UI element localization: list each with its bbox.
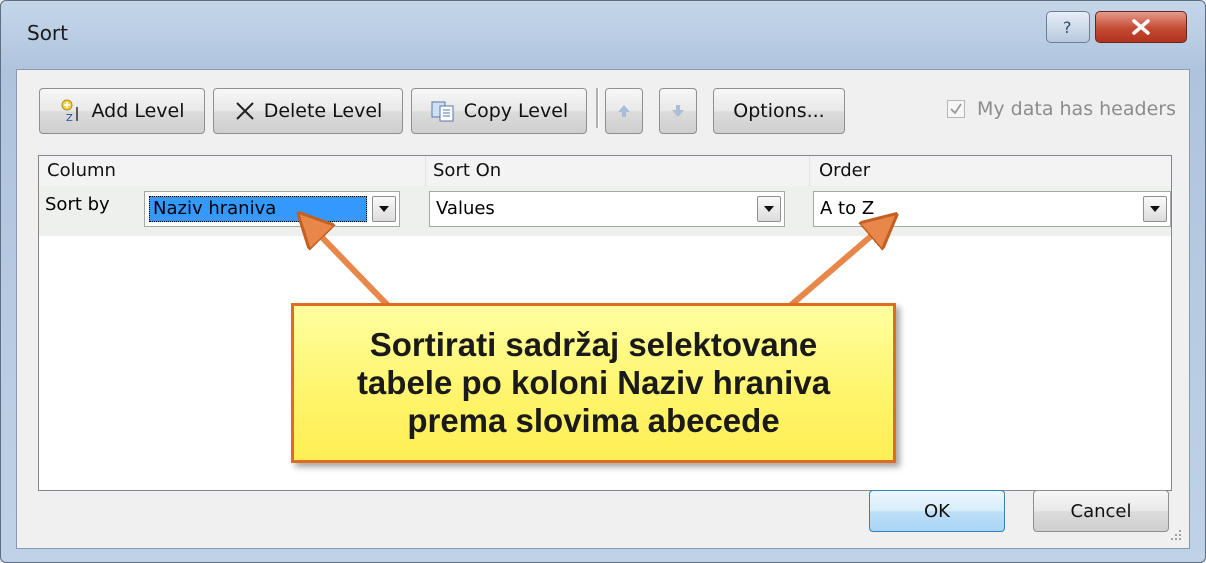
headers-checkbox-label: My data has headers [977, 98, 1176, 120]
move-down-button[interactable] [659, 88, 697, 134]
resize-grip-icon[interactable] [1169, 528, 1183, 542]
check-icon [950, 103, 962, 115]
order-header: Order [819, 160, 871, 181]
header-divider [809, 156, 810, 186]
column-select-value: Naziv hraniva [149, 196, 367, 222]
options-button[interactable]: Options... [713, 88, 845, 134]
arrow-up-icon [618, 105, 630, 117]
column-select[interactable]: Naziv hraniva [144, 191, 400, 227]
copy-level-label: Copy Level [463, 100, 569, 122]
callout-line-3: prema slovima abecede [407, 402, 780, 439]
headers-checkbox[interactable] [947, 100, 965, 118]
headers-checkbox-row[interactable]: My data has headers [947, 98, 1176, 120]
dialog-title: Sort [27, 21, 68, 45]
dropdown-arrow-icon[interactable] [757, 196, 781, 222]
sort-on-select[interactable]: Values [429, 191, 785, 227]
delete-x-icon [234, 100, 256, 122]
sort-by-label: Sort by [45, 194, 110, 215]
copy-level-button[interactable]: Copy Level [411, 88, 587, 134]
add-level-button[interactable]: Z Add Level [39, 88, 205, 134]
move-up-button[interactable] [605, 88, 643, 134]
grid-header: Column Sort On Order [39, 156, 1171, 187]
dropdown-arrow-icon[interactable] [372, 196, 396, 222]
add-level-label: Add Level [91, 100, 185, 122]
close-button[interactable] [1095, 11, 1187, 43]
annotation-callout: Sortirati sadržaj selektovane tabele po … [291, 303, 896, 463]
delete-level-button[interactable]: Delete Level [213, 88, 403, 134]
help-button[interactable]: ? [1046, 11, 1090, 43]
svg-text:?: ? [1063, 18, 1072, 37]
cancel-label: Cancel [1070, 500, 1132, 522]
toolbar-separator [596, 88, 599, 128]
header-divider [425, 156, 426, 186]
sort-on-header: Sort On [433, 160, 502, 181]
column-header: Column [47, 160, 116, 181]
sort-dialog: Sort ? Z Add Level Delete Level Copy Lev… [0, 0, 1206, 563]
add-level-icon: Z [60, 99, 84, 123]
ok-button[interactable]: OK [869, 490, 1005, 532]
order-select[interactable]: A to Z [813, 191, 1171, 227]
question-icon: ? [1063, 18, 1072, 37]
callout-line-1: Sortirati sadržaj selektovane [369, 326, 818, 363]
arrow-down-icon [672, 105, 684, 117]
cancel-button[interactable]: Cancel [1033, 490, 1169, 532]
ok-label: OK [924, 500, 950, 522]
svg-text:Z: Z [66, 113, 73, 123]
order-select-value: A to Z [820, 198, 875, 219]
dropdown-arrow-icon[interactable] [1143, 196, 1167, 222]
options-label: Options... [733, 100, 825, 122]
copy-icon [430, 100, 456, 122]
sort-level-row[interactable]: Sort by Naziv hraniva Values A to Z [39, 186, 1171, 236]
close-icon [1132, 19, 1150, 35]
callout-line-2: tabele po koloni Naziv hraniva [356, 364, 831, 401]
title-bar[interactable]: Sort ? [1, 1, 1205, 71]
sort-on-select-value: Values [436, 198, 495, 219]
delete-level-label: Delete Level [263, 100, 383, 122]
